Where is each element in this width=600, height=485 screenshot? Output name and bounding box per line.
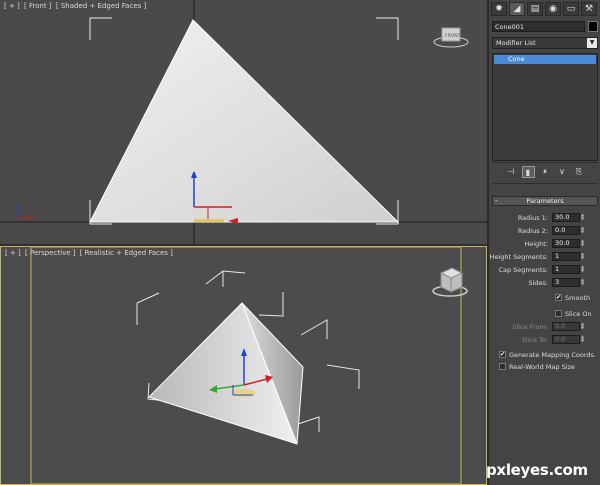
create-icon[interactable]: ✹	[491, 2, 507, 16]
param-label: Radius 2:	[517, 227, 548, 235]
spinner-icon[interactable]: ▲ ▼	[581, 239, 586, 248]
stack-item-cone[interactable]: Cone	[494, 55, 596, 64]
motion-icon[interactable]: ◉	[545, 2, 561, 16]
real-world-map-size-label: Real-World Map Size	[509, 363, 575, 371]
parameters-rollout-header[interactable]: - Parameters	[492, 196, 598, 206]
rollout-title: Parameters	[526, 197, 564, 205]
viewport-view-name[interactable]: [ Front ]	[24, 2, 52, 10]
divider	[492, 183, 598, 184]
divider	[492, 162, 598, 163]
param-row-sides: Sides: 3 ▲ ▼	[492, 278, 598, 288]
front-viewport-canvas[interactable]: z x FRONT	[0, 0, 487, 244]
radius1-field[interactable]: 30.0	[552, 213, 580, 222]
perspective-viewport[interactable]: [ + ] [ Perspective ] [ Realistic + Edge…	[0, 246, 487, 485]
command-panel-tabs: ✹ ◢ ▤ ◉ ▭ ⚒	[491, 2, 599, 16]
param-row-slice-to: Slice To: 0.0 ▲ ▼	[492, 335, 598, 345]
modifier-list-label: Modifier List	[496, 39, 536, 47]
spinner-icon[interactable]: ▲ ▼	[581, 213, 586, 222]
command-panel: ✹ ◢ ▤ ◉ ▭ ⚒ Modifier List ▼ Cone ⊣ ▮ ⏸ ∨…	[488, 0, 600, 485]
gizmo-x-label: x	[240, 214, 244, 221]
make-unique-icon[interactable]: ⏸	[539, 166, 552, 178]
param-row-height-segments: Height Segments: 1 ▲ ▼	[489, 252, 598, 262]
pin-stack-icon[interactable]: ⊣	[505, 166, 518, 178]
viewport-menu-plus[interactable]: [ + ]	[4, 2, 20, 10]
object-name-field[interactable]	[492, 21, 585, 32]
viewport-shading-mode[interactable]: [ Realistic + Edged Faces ]	[80, 249, 173, 257]
param-label: Cap Segments:	[498, 266, 548, 274]
utilities-icon[interactable]: ⚒	[581, 2, 597, 16]
hierarchy-icon[interactable]: ▤	[527, 2, 543, 16]
world-axis-tripod	[17, 204, 34, 219]
viewport-view-name[interactable]: [ Perspective ]	[25, 249, 75, 257]
param-label: Height:	[524, 240, 548, 248]
cap-segments-field[interactable]: 1	[552, 265, 580, 274]
modify-icon[interactable]: ◢	[509, 2, 525, 16]
gizmo-z-label: z	[193, 167, 196, 174]
spinner-icon[interactable]: ▲ ▼	[581, 265, 586, 274]
param-label: Slice To:	[521, 336, 548, 344]
height-segments-field[interactable]: 1	[552, 252, 580, 261]
rollout-collapse-mark: -	[495, 197, 498, 205]
param-label: Height Segments:	[489, 253, 548, 261]
viewcube-persp[interactable]	[432, 267, 468, 297]
sides-field[interactable]: 3	[552, 278, 580, 287]
smooth-checkbox[interactable]: ✔	[555, 294, 562, 301]
slice-on-checkbox[interactable]	[555, 310, 562, 317]
stack-tools: ⊣ ▮ ⏸ ∨ ⎘	[492, 165, 598, 179]
param-label: Radius 1:	[517, 214, 548, 222]
slice-from-field[interactable]: 0.0	[552, 322, 580, 331]
object-color-swatch[interactable]	[588, 21, 598, 32]
modifier-list-dropdown[interactable]: Modifier List ▼	[492, 37, 598, 49]
slice-to-field[interactable]: 0.0	[552, 335, 580, 344]
modifier-stack[interactable]: Cone	[492, 53, 598, 161]
viewport-shading-mode[interactable]: [ Shaded + Edged Faces ]	[56, 2, 146, 10]
viewcube-label: FRONT	[445, 33, 461, 39]
smooth-label: Smooth	[565, 294, 591, 302]
spinner-icon[interactable]: ▲ ▼	[581, 335, 586, 344]
show-end-result-icon[interactable]: ▮	[521, 166, 535, 178]
param-row-radius1: Radius 1: 30.0 ▲ ▼	[492, 213, 598, 223]
param-row-cap-segments: Cap Segments: 1 ▲ ▼	[492, 265, 598, 275]
object-name-row	[492, 21, 598, 32]
remove-modifier-icon[interactable]: ∨	[556, 166, 569, 178]
param-row-slice-from: Slice From: 0.0 ▲ ▼	[492, 322, 598, 332]
param-row-radius2: Radius 2: 0.0 ▲ ▼	[492, 226, 598, 236]
perspective-viewport-label[interactable]: [ + ] [ Perspective ] [ Realistic + Edge…	[5, 249, 175, 257]
real-world-map-size-checkbox[interactable]	[499, 363, 506, 370]
display-icon[interactable]: ▭	[563, 2, 579, 16]
generate-mapping-coords-checkbox[interactable]: ✔	[499, 351, 506, 358]
chevron-down-icon[interactable]: ▼	[587, 38, 597, 48]
watermark: pxleyes.com	[486, 461, 588, 479]
radius2-field[interactable]: 0.0	[552, 226, 580, 235]
front-viewport[interactable]: z x FRONT [ + ] [ Front ] [ Shaded + Edg…	[0, 0, 487, 244]
spinner-icon[interactable]: ▲ ▼	[581, 278, 586, 287]
height-field[interactable]: 30.0	[552, 239, 580, 248]
slice-on-label: Slice On	[565, 310, 592, 318]
front-viewport-label[interactable]: [ + ] [ Front ] [ Shaded + Edged Faces ]	[4, 2, 148, 10]
viewport-menu-plus[interactable]: [ + ]	[5, 249, 21, 257]
configure-modifier-sets-icon[interactable]: ⎘	[573, 166, 586, 178]
cone-mesh-front[interactable]	[89, 19, 400, 223]
param-label: Slice From:	[512, 323, 548, 331]
perspective-viewport-canvas[interactable]	[1, 247, 486, 484]
spinner-icon[interactable]: ▲ ▼	[581, 252, 586, 261]
spinner-icon[interactable]: ▲ ▼	[581, 226, 586, 235]
param-label: Sides:	[528, 279, 548, 287]
param-row-height: Height: 30.0 ▲ ▼	[492, 239, 598, 249]
generate-mapping-coords-label: Generate Mapping Coords.	[509, 351, 597, 359]
spinner-icon[interactable]: ▲ ▼	[581, 322, 586, 331]
